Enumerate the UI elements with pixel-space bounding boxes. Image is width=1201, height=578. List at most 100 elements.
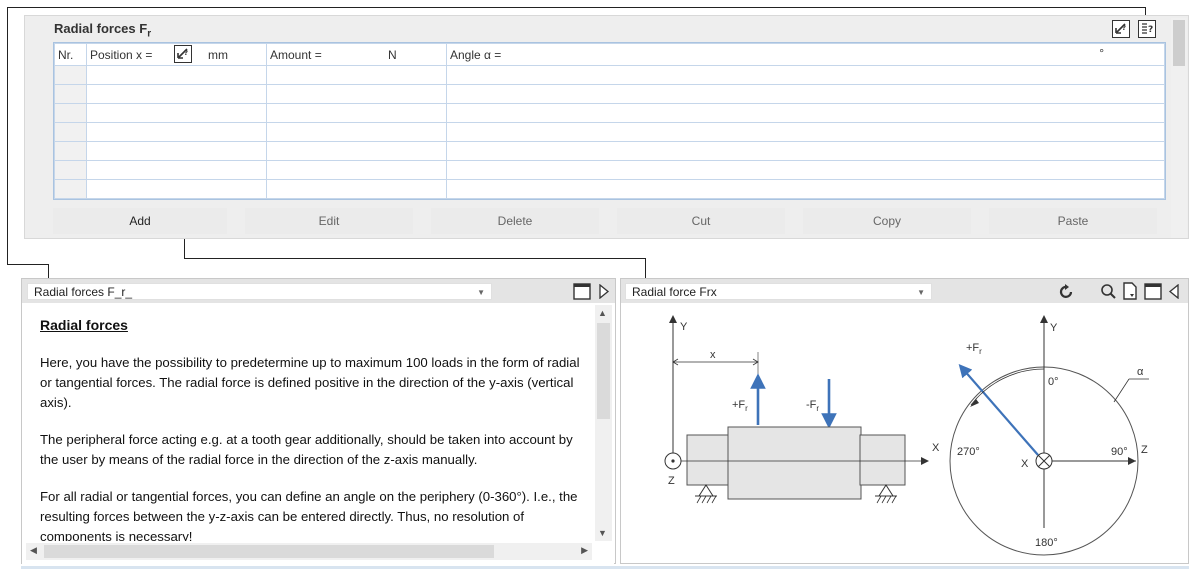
panel-title: Radial forces Fr (54, 21, 152, 40)
table-cell[interactable] (86, 65, 267, 85)
radial-forces-table: Nr. Position x = ? mm Amount = N Angle α… (53, 42, 1166, 200)
scroll-left-icon[interactable]: ◀ (30, 545, 37, 556)
help-icon[interactable]: ? (1138, 20, 1156, 38)
table-cell[interactable] (54, 179, 87, 199)
table-cell[interactable] (446, 122, 1165, 142)
table-cell[interactable] (446, 103, 1165, 123)
table-row[interactable] (54, 141, 1165, 161)
document-icon[interactable] (1122, 282, 1139, 303)
edit-icon[interactable]: ? (1112, 20, 1130, 38)
window-icon[interactable] (573, 283, 591, 303)
table-cell[interactable] (266, 122, 447, 142)
scroll-up-icon[interactable]: ▲ (598, 308, 607, 318)
copy-button[interactable]: Copy (803, 208, 971, 234)
table-row[interactable] (54, 179, 1165, 199)
triangle-right-icon[interactable] (598, 283, 610, 302)
table-cell[interactable] (266, 141, 447, 161)
help-pane-toolbar: Radial forces F_r_ ▼ (22, 279, 615, 303)
table-cell[interactable] (266, 84, 447, 104)
x-axis-label: X (932, 442, 940, 454)
table-cell[interactable] (54, 122, 87, 142)
table-cell[interactable] (266, 160, 447, 180)
cut-button[interactable]: Cut (617, 208, 785, 234)
edit-button[interactable]: Edit (245, 208, 413, 234)
z-axis-label: Z (1141, 444, 1148, 456)
add-button[interactable]: Add (53, 208, 227, 234)
help-vertical-scrollbar[interactable]: ▲ ▼ (595, 305, 612, 541)
table-row[interactable] (54, 122, 1165, 142)
plus-f-label: +Fr (732, 399, 748, 413)
help-topic-select[interactable]: Radial forces F_r_ ▼ (27, 283, 492, 300)
position-unit: mm (208, 48, 228, 62)
plus-f-label: +Fr (966, 342, 982, 356)
table-cell[interactable] (266, 179, 447, 199)
table-cell[interactable] (54, 160, 87, 180)
y-axis-label: Y (680, 321, 688, 333)
help-horizontal-scrollbar[interactable]: ◀ ▶ (26, 543, 592, 560)
help-heading: Radial forces (40, 317, 128, 333)
graphic-select-value: Radial force Frx (632, 285, 717, 299)
table-cell[interactable] (86, 141, 267, 161)
connector-line (7, 264, 48, 265)
table-cell[interactable] (86, 84, 267, 104)
chevron-down-icon: ▼ (477, 288, 485, 297)
table-cell[interactable] (266, 65, 447, 85)
table-cell[interactable] (86, 103, 267, 123)
vertical-scrollbar[interactable] (1171, 18, 1187, 238)
magnifier-icon[interactable] (1100, 283, 1117, 303)
shaft-diagram: Y x +Fr -Fr X Z (664, 315, 940, 504)
table-cell[interactable] (86, 179, 267, 199)
scroll-right-icon[interactable]: ▶ (581, 545, 588, 556)
table-cell[interactable] (446, 160, 1165, 180)
table-cell[interactable] (446, 84, 1165, 104)
triangle-left-icon[interactable] (1168, 283, 1180, 302)
z-axis-label: Z (668, 475, 675, 487)
angle-0-label: 0° (1048, 376, 1059, 388)
col-header-angle-label: Angle α = (450, 47, 502, 62)
table-cell[interactable] (54, 84, 87, 104)
scrollbar-thumb[interactable] (1173, 20, 1185, 66)
col-header-position[interactable]: Position x = ? mm (86, 43, 267, 66)
table-cell[interactable] (54, 65, 87, 85)
window-icon[interactable] (1144, 283, 1162, 303)
table-row[interactable] (54, 160, 1165, 180)
scrollbar-thumb[interactable] (597, 323, 610, 419)
status-strip (21, 566, 1189, 569)
minus-f-label: -Fr (806, 399, 819, 413)
angle-90-label: 90° (1111, 446, 1128, 458)
connector-line (7, 7, 1145, 8)
table-row[interactable] (54, 84, 1165, 104)
help-text-pane: Radial forces F_r_ ▼ Radial forces Here,… (21, 278, 616, 565)
delete-button[interactable]: Delete (431, 208, 599, 234)
table-cell[interactable] (446, 179, 1165, 199)
graphic-pane: Radial force Frx ▼ Y x +Fr -Fr X Z Y Z X… (620, 278, 1189, 564)
scroll-down-icon[interactable]: ▼ (598, 528, 607, 538)
table-cell[interactable] (86, 122, 267, 142)
angle-unit: ° (1099, 46, 1104, 60)
svg-text:?: ? (1122, 24, 1126, 32)
alpha-label: α (1137, 366, 1144, 378)
svg-text:?: ? (184, 49, 188, 57)
col-header-angle: Angle α = ° (446, 43, 1165, 66)
x-dimension-label: x (710, 349, 716, 361)
refresh-icon[interactable] (1058, 283, 1075, 303)
table-row[interactable] (54, 103, 1165, 123)
paste-button[interactable]: Paste (989, 208, 1157, 234)
col-header-amount-label: Amount = (270, 47, 322, 62)
col-header-position-label: Position x = (90, 47, 153, 62)
scrollbar-thumb[interactable] (44, 545, 494, 558)
col-header-amount: Amount = N (266, 43, 447, 66)
table-cell[interactable] (266, 103, 447, 123)
help-topic-value: Radial forces F_r_ (34, 285, 133, 299)
table-cell[interactable] (446, 65, 1165, 85)
table-button-row: Add Edit Delete Cut Copy Paste (53, 206, 1166, 236)
graphic-select[interactable]: Radial force Frx ▼ (625, 283, 932, 300)
table-cell[interactable] (446, 141, 1165, 161)
edit-icon[interactable]: ? (174, 45, 192, 63)
svg-text:?: ? (1148, 25, 1153, 35)
table-cell[interactable] (54, 103, 87, 123)
table-cell[interactable] (54, 141, 87, 161)
table-row[interactable] (54, 65, 1165, 85)
table-cell[interactable] (86, 160, 267, 180)
chevron-down-icon: ▼ (917, 288, 925, 297)
